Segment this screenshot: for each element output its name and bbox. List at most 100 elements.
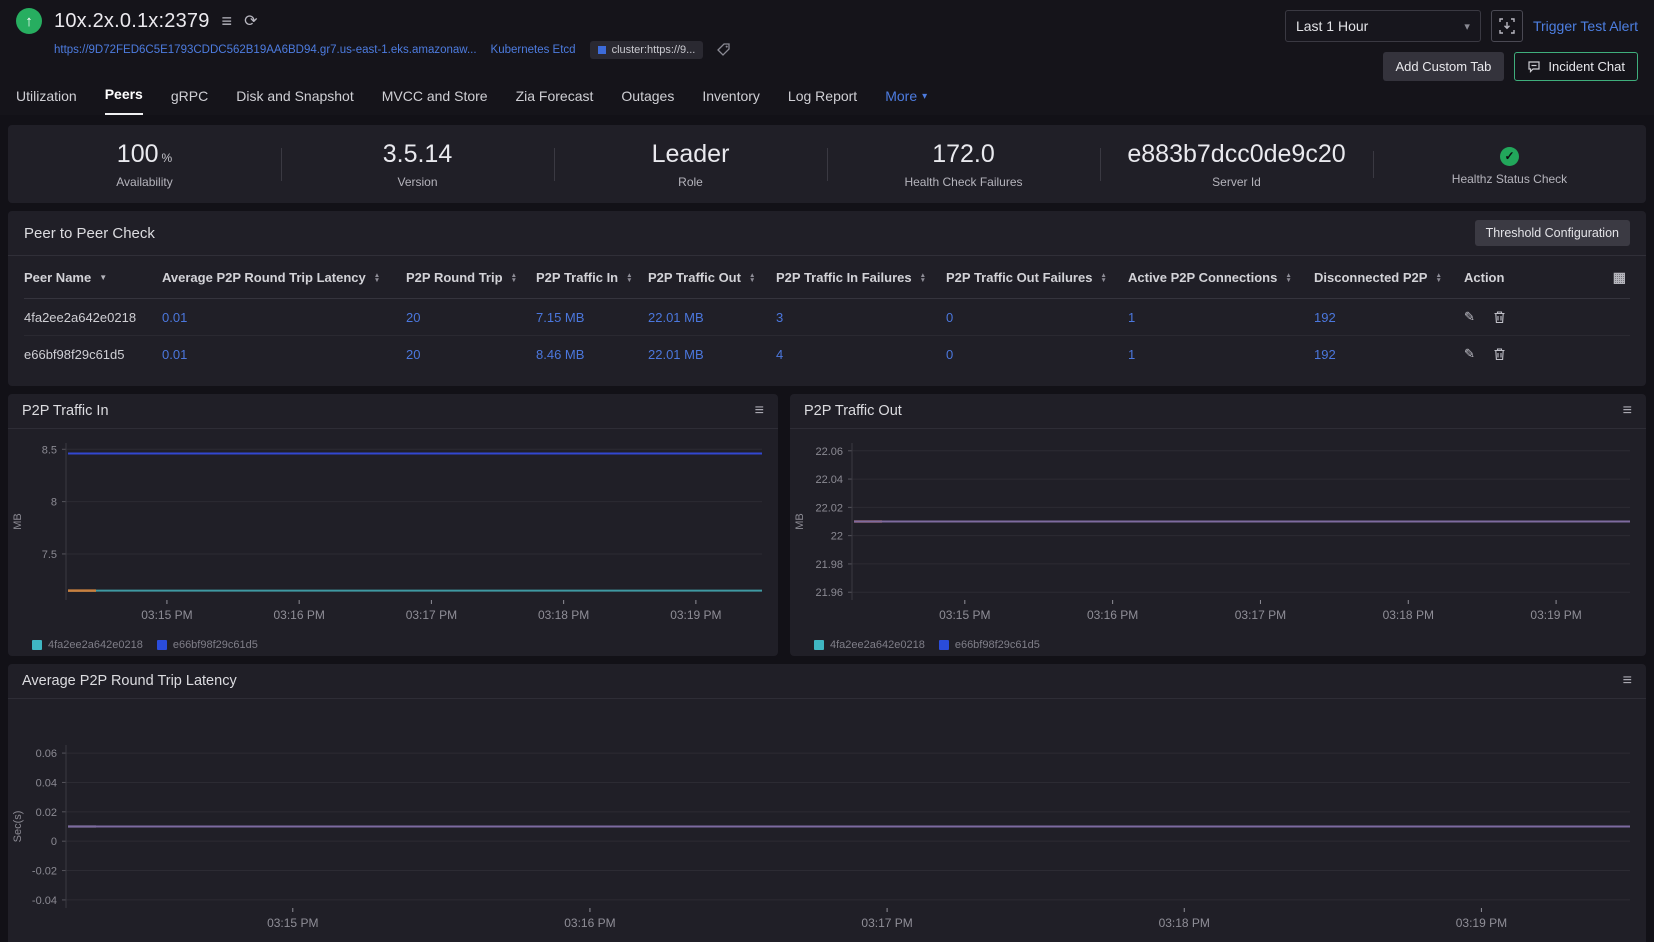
sort-icon[interactable]: ▲▼ [374, 273, 380, 283]
svg-text:03:19 PM: 03:19 PM [1530, 608, 1581, 622]
delete-icon[interactable] [1493, 310, 1506, 324]
cell-p2p-traffic-in[interactable]: 8.46 MB [536, 347, 648, 362]
tab-log-report[interactable]: Log Report [788, 88, 857, 115]
stat-health-check-failures: 172.0Health Check Failures [827, 140, 1100, 189]
tab-grpc[interactable]: gRPC [171, 88, 208, 115]
cell-p2p-traffic-in[interactable]: 7.15 MB [536, 310, 648, 325]
column-header-disconnected-p2p[interactable]: Disconnected P2P▲▼ [1314, 270, 1464, 285]
chart-plot-area[interactable]: 8.587.503:15 PM03:16 PM03:17 PM03:18 PM0… [8, 429, 778, 635]
stat-value: Leader [652, 140, 730, 169]
cell-p2p-round-trip[interactable]: 20 [406, 310, 536, 325]
trigger-test-alert-link[interactable]: Trigger Test Alert [1533, 18, 1638, 34]
tab-peers[interactable]: Peers [105, 86, 143, 115]
svg-text:03:15 PM: 03:15 PM [267, 916, 318, 930]
chart-menu-icon[interactable]: ≡ [755, 402, 764, 420]
cluster-badge[interactable]: cluster:https://9... [590, 41, 704, 59]
chart-plot-area[interactable]: 22.0622.0422.022221.9821.9603:15 PM03:16… [790, 429, 1646, 635]
cell-disconnected-p2p[interactable]: 192 [1314, 310, 1464, 325]
stat-value: 172.0 [932, 140, 995, 169]
svg-text:03:15 PM: 03:15 PM [141, 608, 192, 622]
chart-menu-icon[interactable]: ≡ [1623, 402, 1632, 420]
legend-color-icon [157, 640, 167, 650]
summary-stats-panel: 100%Availability3.5.14VersionLeaderRole1… [8, 125, 1646, 203]
cell-disconnected-p2p[interactable]: 192 [1314, 347, 1464, 362]
chart-average-p2p-round-trip-latency: Average P2P Round Trip Latency≡0.060.040… [8, 664, 1646, 942]
legend-item-e66bf98f29c61d5[interactable]: e66bf98f29c61d5 [939, 639, 1040, 651]
snapshot-icon [1499, 18, 1515, 34]
tag-icon[interactable] [717, 43, 731, 57]
tab-utilization[interactable]: Utilization [16, 88, 77, 115]
incident-chat-button[interactable]: Incident Chat [1514, 52, 1638, 81]
monitor-status-up-icon: ↑ [16, 8, 42, 34]
svg-text:03:17 PM: 03:17 PM [861, 916, 912, 930]
table-row-4fa2ee2a642e0218: 4fa2ee2a642e02180.01207.15 MB22.01 MB301… [24, 299, 1630, 336]
tab-outages[interactable]: Outages [621, 88, 674, 115]
svg-text:MB: MB [12, 513, 24, 530]
refresh-icon[interactable]: ⟳ [244, 11, 257, 31]
add-custom-tab-button[interactable]: Add Custom Tab [1383, 52, 1505, 81]
legend-item-e66bf98f29c61d5[interactable]: e66bf98f29c61d5 [157, 639, 258, 651]
tab-inventory[interactable]: Inventory [702, 88, 760, 115]
cell-p2p-traffic-out[interactable]: 22.01 MB [648, 310, 776, 325]
table-row-e66bf98f29c61d5: e66bf98f29c61d50.01208.46 MB22.01 MB4011… [24, 336, 1630, 372]
svg-text:03:19 PM: 03:19 PM [1456, 916, 1507, 930]
stat-label: Availability [116, 175, 172, 189]
tab-mvcc-and-store[interactable]: MVCC and Store [382, 88, 488, 115]
cell-p2p-traffic-in-failures[interactable]: 4 [776, 347, 946, 362]
svg-text:03:16 PM: 03:16 PM [273, 608, 324, 622]
time-range-dropdown[interactable]: Last 1 Hour ▾ [1285, 10, 1481, 42]
sort-icon[interactable]: ▲▼ [1100, 273, 1106, 283]
column-header-p2p-round-trip[interactable]: P2P Round Trip▲▼ [406, 270, 536, 285]
delete-icon[interactable] [1493, 347, 1506, 361]
hamburger-menu-icon[interactable]: ≡ [222, 11, 233, 32]
cell-average-p2p-round-trip-latency[interactable]: 0.01 [162, 347, 406, 362]
time-range-value: Last 1 Hour [1296, 18, 1368, 34]
column-header-p2p-traffic-out[interactable]: P2P Traffic Out▲▼ [648, 270, 776, 285]
peer-table-body: 4fa2ee2a642e02180.01207.15 MB22.01 MB301… [24, 299, 1630, 372]
edit-icon[interactable]: ✎ [1464, 309, 1475, 325]
cell-active-p2p-connections[interactable]: 1 [1128, 347, 1314, 362]
threshold-configuration-button[interactable]: Threshold Configuration [1475, 220, 1630, 246]
peer-name: 4fa2ee2a642e0218 [24, 310, 162, 325]
tab-zia-forecast[interactable]: Zia Forecast [516, 88, 594, 115]
chart-title: Average P2P Round Trip Latency [22, 673, 237, 689]
integration-type-link[interactable]: Kubernetes Etcd [491, 44, 576, 56]
legend-item-4fa2ee2a642e0218[interactable]: 4fa2ee2a642e0218 [32, 639, 143, 651]
chart-plot-area[interactable]: 0.060.040.020-0.02-0.0403:15 PM03:16 PM0… [8, 699, 1646, 942]
chart-menu-icon[interactable]: ≡ [1623, 672, 1632, 690]
svg-text:03:17 PM: 03:17 PM [406, 608, 457, 622]
cell-p2p-round-trip[interactable]: 20 [406, 347, 536, 362]
sort-icon[interactable]: ▲▼ [1435, 273, 1441, 283]
cell-active-p2p-connections[interactable]: 1 [1128, 310, 1314, 325]
legend-color-icon [32, 640, 42, 650]
cell-p2p-traffic-out-failures[interactable]: 0 [946, 310, 1128, 325]
sort-desc-icon[interactable]: ▼ [99, 273, 107, 282]
column-header-average-p2p-round-trip-latency[interactable]: Average P2P Round Trip Latency▲▼ [162, 270, 406, 285]
cell-p2p-traffic-out[interactable]: 22.01 MB [648, 347, 776, 362]
column-header-p2p-traffic-in[interactable]: P2P Traffic In▲▼ [536, 270, 648, 285]
tab-more[interactable]: More ▾ [885, 88, 927, 115]
monitor-url-link[interactable]: https://9D72FED6C5E1793CDDC562B19AA6BD94… [54, 44, 477, 56]
column-header-p2p-traffic-out-failures[interactable]: P2P Traffic Out Failures▲▼ [946, 270, 1128, 285]
column-header-peer-name[interactable]: Peer Name▼ [24, 270, 162, 285]
svg-text:22.04: 22.04 [815, 474, 843, 486]
cell-average-p2p-round-trip-latency[interactable]: 0.01 [162, 310, 406, 325]
cell-p2p-traffic-in-failures[interactable]: 3 [776, 310, 946, 325]
edit-icon[interactable]: ✎ [1464, 346, 1475, 362]
column-header-p2p-traffic-in-failures[interactable]: P2P Traffic In Failures▲▼ [776, 270, 946, 285]
sort-icon[interactable]: ▲▼ [511, 273, 517, 283]
snapshot-button[interactable] [1491, 10, 1523, 42]
sort-icon[interactable]: ▲▼ [1285, 273, 1291, 283]
table-columns-icon[interactable]: ▦ [1613, 269, 1626, 286]
tab-disk-and-snapshot[interactable]: Disk and Snapshot [236, 88, 354, 115]
cell-p2p-traffic-out-failures[interactable]: 0 [946, 347, 1128, 362]
svg-text:03:18 PM: 03:18 PM [538, 608, 589, 622]
sort-icon[interactable]: ▲▼ [749, 273, 755, 283]
legend-item-4fa2ee2a642e0218[interactable]: 4fa2ee2a642e0218 [814, 639, 925, 651]
sort-icon[interactable]: ▲▼ [920, 273, 926, 283]
peer-to-peer-check-panel: Peer to Peer Check Threshold Configurati… [8, 211, 1646, 386]
svg-text:-0.02: -0.02 [32, 866, 57, 878]
column-header-active-p2p-connections[interactable]: Active P2P Connections▲▼ [1128, 270, 1314, 285]
svg-text:-0.04: -0.04 [32, 895, 57, 907]
sort-icon[interactable]: ▲▼ [626, 273, 632, 283]
